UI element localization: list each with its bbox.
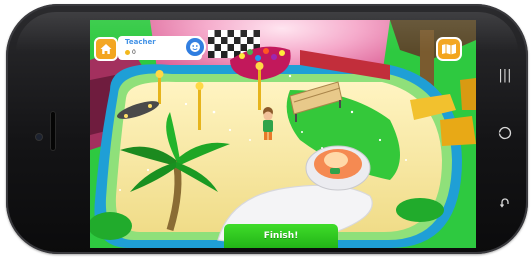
avatar-icon (190, 42, 200, 52)
phone-frame: ||| Teacher 0 Finish! (6, 4, 528, 254)
coin-icon (125, 50, 130, 55)
finish-button[interactable]: Finish! (224, 224, 338, 248)
back-arrow-icon[interactable] (494, 192, 516, 214)
coin-counter: 0 (125, 49, 136, 56)
bush (396, 198, 444, 222)
map-icon (442, 44, 456, 55)
player-name: Teacher (125, 38, 156, 46)
circle-home-icon[interactable] (494, 122, 516, 144)
earpiece-slot (50, 111, 56, 151)
map-button[interactable] (436, 37, 462, 61)
avatar[interactable] (184, 36, 206, 58)
home-icon (100, 44, 112, 54)
menu-lines-icon[interactable]: ||| (494, 64, 516, 86)
game-viewport[interactable]: Teacher 0 Finish! (90, 20, 476, 248)
player-card[interactable]: Teacher 0 (118, 36, 206, 60)
coin-count: 0 (132, 49, 136, 56)
front-camera (36, 134, 42, 140)
home-button[interactable] (94, 37, 118, 61)
